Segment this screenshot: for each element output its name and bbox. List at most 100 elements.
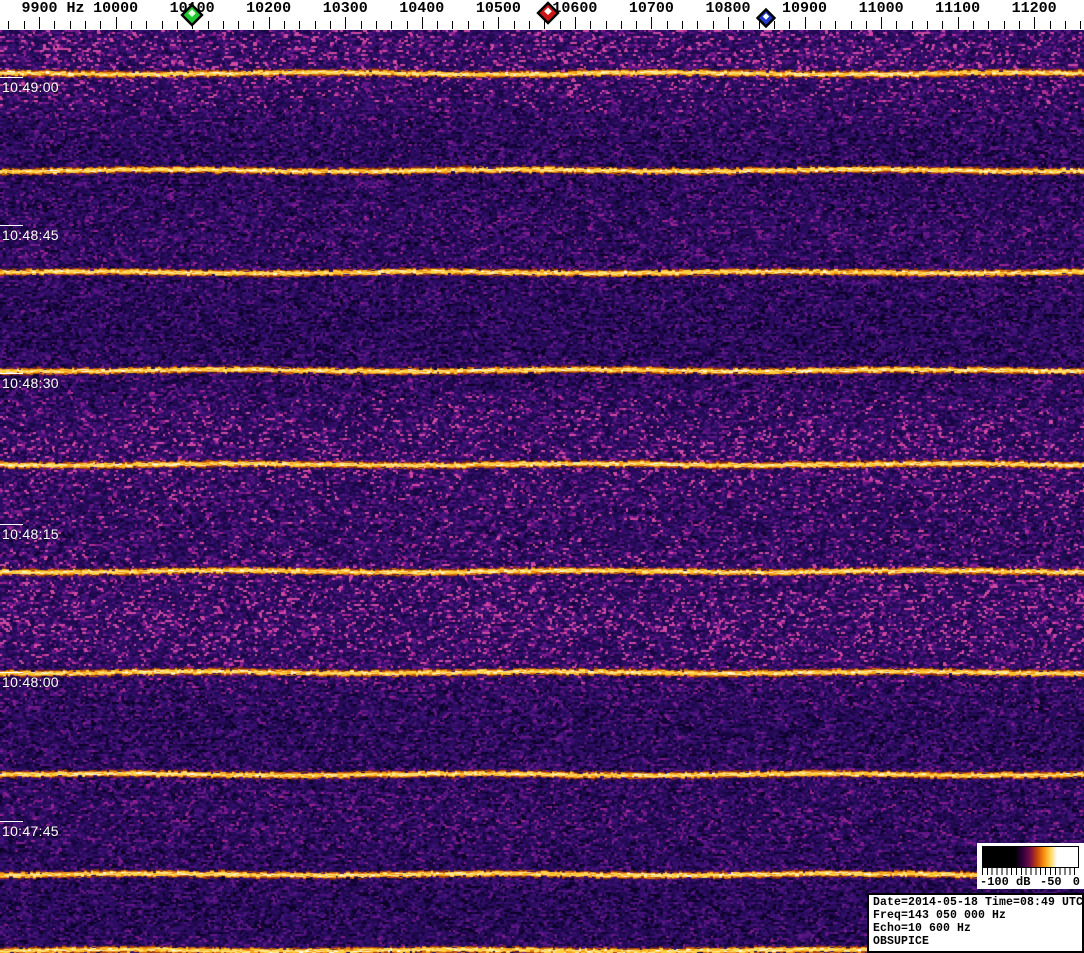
- time-label: 10:48:00: [2, 674, 59, 690]
- minor-tick: [911, 21, 913, 29]
- blue-frequency-marker[interactable]: [752, 4, 780, 32]
- minor-tick: [100, 21, 102, 29]
- red-frequency-marker[interactable]: [534, 0, 562, 27]
- minor-tick: [1018, 21, 1020, 29]
- minor-tick: [789, 21, 791, 29]
- major-tick: [1034, 17, 1036, 29]
- minor-tick: [666, 21, 668, 29]
- minor-tick: [299, 21, 301, 29]
- status-info-box: Date=2014-05-18 Time=08:49 UTC Freq=143 …: [867, 893, 1084, 953]
- major-tick: [345, 17, 347, 29]
- major-tick: [115, 17, 117, 29]
- minor-tick: [1049, 21, 1051, 29]
- time-tick: [0, 225, 23, 226]
- info-echo: Echo=10 600 Hz: [873, 922, 972, 935]
- minor-tick: [1080, 21, 1082, 29]
- minor-tick: [207, 21, 209, 29]
- major-tick: [498, 17, 500, 29]
- time-tick: [0, 373, 23, 374]
- minor-tick: [146, 21, 148, 29]
- minor-tick: [973, 21, 974, 29]
- frequency-label: 10900: [782, 0, 828, 17]
- info-frequency: Freq=143 050 000 Hz: [873, 909, 1007, 922]
- minor-tick: [284, 21, 285, 29]
- major-tick: [957, 17, 959, 29]
- minor-tick: [222, 21, 224, 29]
- minor-tick: [927, 21, 928, 29]
- major-tick: [881, 17, 883, 29]
- time-label: 10:48:30: [2, 375, 59, 391]
- minor-tick: [896, 21, 898, 29]
- time-label: 10:48:15: [2, 526, 59, 542]
- minor-tick: [942, 21, 944, 29]
- frequency-label: 10300: [322, 0, 368, 17]
- minor-tick: [819, 21, 821, 29]
- colorbar-label-mid: -50: [1040, 875, 1062, 889]
- minor-tick: [238, 21, 240, 29]
- colorbar-labels: -100 dB -50 0: [977, 875, 1084, 889]
- minor-tick: [452, 21, 454, 29]
- minor-tick: [375, 21, 377, 29]
- minor-tick: [329, 21, 331, 29]
- minor-tick: [161, 21, 163, 29]
- frequency-label: 11200: [1011, 0, 1057, 17]
- minor-tick: [605, 21, 607, 29]
- time-tick: [0, 77, 23, 78]
- time-tick: [0, 524, 23, 525]
- minor-tick: [69, 21, 71, 29]
- minor-tick: [391, 21, 393, 29]
- frequency-label: 9900 Hz: [21, 0, 85, 17]
- minor-tick: [85, 21, 86, 29]
- minor-tick: [23, 21, 25, 29]
- green-frequency-marker[interactable]: [178, 1, 206, 29]
- minor-tick: [850, 21, 852, 29]
- major-tick: [268, 17, 270, 29]
- minor-tick: [529, 21, 530, 29]
- info-date-time: Date=2014-05-18 Time=08:49 UTC: [873, 896, 1084, 909]
- info-station: OBSUPICE: [873, 935, 930, 948]
- minor-tick: [636, 21, 638, 29]
- minor-tick: [712, 21, 714, 29]
- minor-tick: [130, 21, 132, 29]
- major-tick: [574, 17, 576, 29]
- colorbar-tick-comb: [982, 868, 1079, 875]
- minor-tick: [253, 21, 255, 29]
- frequency-label: 10200: [246, 0, 292, 17]
- major-tick: [421, 17, 423, 29]
- major-tick: [804, 17, 806, 29]
- minor-tick: [1003, 21, 1005, 29]
- time-label: 10:48:45: [2, 227, 59, 243]
- minor-tick: [620, 21, 622, 29]
- minor-tick: [1064, 21, 1066, 29]
- minor-tick: [697, 21, 699, 29]
- colorbar-label-min: -100 dB: [980, 875, 1031, 889]
- minor-tick: [8, 21, 10, 29]
- waterfall-display[interactable]: [0, 30, 1084, 953]
- minor-tick: [483, 21, 484, 29]
- time-label: 10:49:00: [2, 79, 59, 95]
- minor-tick: [54, 21, 56, 29]
- minor-tick: [467, 21, 469, 29]
- time-label: 10:47:45: [2, 823, 59, 839]
- colorbar-label-max: 0: [1072, 875, 1080, 889]
- minor-tick: [865, 21, 867, 29]
- frequency-label: 10700: [628, 0, 674, 17]
- frequency-label: 10000: [93, 0, 139, 17]
- minor-tick: [743, 21, 745, 29]
- minor-tick: [314, 21, 316, 29]
- frequency-label: 10800: [705, 0, 751, 17]
- frequency-ruler[interactable]: 9900 Hz100001010010200103001040010500106…: [0, 0, 1084, 30]
- frequency-label: 10500: [475, 0, 521, 17]
- amplitude-colorbar: -100 dB -50 0: [977, 843, 1084, 889]
- minor-tick: [513, 21, 515, 29]
- major-tick: [728, 17, 729, 29]
- frequency-label: 10400: [399, 0, 445, 17]
- major-tick: [651, 17, 653, 29]
- minor-tick: [406, 21, 408, 29]
- minor-tick: [360, 21, 362, 29]
- minor-tick: [988, 21, 990, 29]
- minor-tick: [437, 21, 439, 29]
- frequency-label: 11000: [858, 0, 904, 17]
- minor-tick: [590, 21, 592, 29]
- time-tick: [0, 672, 23, 673]
